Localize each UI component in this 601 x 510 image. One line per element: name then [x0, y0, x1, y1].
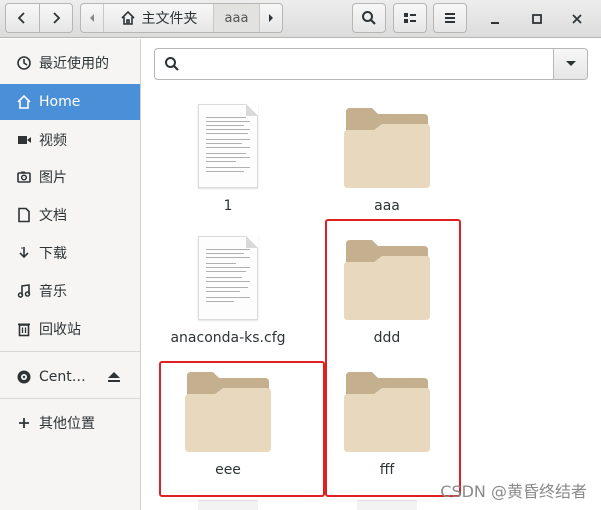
- back-button[interactable]: [6, 4, 39, 32]
- sidebar-item-label: 视频: [39, 133, 67, 149]
- file-name-label: 1: [223, 198, 233, 214]
- plus-icon: [14, 413, 34, 433]
- search-button[interactable]: [352, 3, 386, 33]
- folder-icon: [344, 108, 430, 188]
- search-bar: [154, 48, 588, 80]
- sidebar-item-label: 文档: [39, 208, 67, 224]
- text-file-icon: [198, 104, 258, 188]
- camera-icon: [14, 167, 34, 187]
- file-name-label: aaa: [374, 198, 400, 214]
- view-options-icon: [404, 13, 416, 23]
- header-bar: 主文件夹 aaa: [0, 0, 601, 38]
- sidebar-item-home[interactable]: Home: [0, 84, 140, 120]
- music-icon: [14, 281, 34, 301]
- annotation-highlight-ddd-fff: [325, 219, 461, 497]
- forward-icon: [53, 12, 61, 24]
- path-segment-label: aaa: [224, 10, 249, 26]
- eject-icon: [108, 372, 120, 382]
- text-file-icon: [198, 236, 258, 320]
- sidebar-item-trash[interactable]: 回收站: [0, 311, 140, 347]
- path-scroll-right-button[interactable]: [259, 4, 282, 32]
- back-icon: [17, 12, 25, 24]
- sidebar-item-label: 图片: [39, 170, 67, 186]
- sidebar-item-label: 最近使用的: [39, 56, 109, 72]
- minimize-icon: [491, 22, 499, 24]
- path-bar: 主文件夹 aaa: [80, 3, 283, 33]
- forward-button[interactable]: [38, 4, 73, 32]
- path-segment-aaa[interactable]: aaa: [213, 4, 259, 32]
- annotation-highlight-eee: [159, 361, 325, 497]
- view-options-button[interactable]: [393, 3, 427, 33]
- sidebar-item-label: 其他位置: [39, 416, 95, 432]
- sidebar-item-label: 下载: [39, 246, 67, 262]
- sidebar-item-pictures[interactable]: 图片: [0, 159, 140, 195]
- trash-icon: [14, 319, 34, 339]
- search-icon: [165, 57, 179, 71]
- sidebar-item-music[interactable]: 音乐: [0, 273, 140, 309]
- sidebar-item-centos-disc[interactable]: Cent…: [0, 359, 140, 395]
- sidebar-item-label: 音乐: [39, 284, 67, 300]
- sidebar-item-videos[interactable]: 视频: [0, 122, 140, 158]
- document-icon: [14, 205, 34, 225]
- sidebar-item-documents[interactable]: 文档: [0, 197, 140, 233]
- sidebar-item-other-locations[interactable]: 其他位置: [0, 405, 140, 441]
- sidebar-item-label: Cent…: [39, 369, 86, 385]
- chevron-down-icon: [565, 61, 576, 66]
- navigation-buttons: [5, 3, 73, 33]
- path-segment-label: 主文件夹: [141, 11, 198, 27]
- file-item-1[interactable]: 1: [158, 100, 298, 220]
- folder-item-aaa[interactable]: aaa: [317, 100, 457, 220]
- search-input[interactable]: [154, 48, 554, 80]
- home-icon: [14, 92, 34, 112]
- sidebar-divider: [0, 351, 140, 352]
- close-button[interactable]: [566, 8, 588, 30]
- triangle-right-icon: [269, 14, 273, 22]
- sidebar-item-label: 回收站: [39, 322, 81, 338]
- video-icon: [14, 130, 34, 150]
- path-segment-home[interactable]: 主文件夹: [103, 4, 213, 32]
- close-icon: [572, 14, 582, 24]
- search-options-button[interactable]: [554, 48, 588, 80]
- recent-icon: [14, 53, 34, 73]
- disc-icon: [14, 367, 34, 387]
- triangle-left-icon: [90, 14, 94, 22]
- menu-button[interactable]: [433, 3, 467, 33]
- home-icon: [120, 10, 135, 25]
- maximize-button[interactable]: [526, 8, 548, 30]
- sidebar-item-recent[interactable]: 最近使用的: [0, 45, 140, 81]
- minimize-button[interactable]: [484, 8, 506, 30]
- watermark: CSDN @黄昏终结者: [440, 482, 587, 501]
- file-item-anaconda-ks[interactable]: anaconda-ks.cfg: [158, 232, 298, 352]
- sidebar: 最近使用的 Home 视频 图片 文档 下载 音乐 回收站 Cent… 其他位置: [0, 39, 141, 510]
- download-icon: [14, 243, 34, 263]
- file-name-label: anaconda-ks.cfg: [170, 330, 286, 346]
- search-icon: [362, 11, 376, 25]
- sidebar-item-label: Home: [39, 94, 81, 110]
- eject-button[interactable]: [104, 367, 124, 387]
- sidebar-item-downloads[interactable]: 下载: [0, 235, 140, 271]
- path-scroll-left-button[interactable]: [81, 4, 103, 32]
- next-row-item-peek: [198, 500, 258, 510]
- menu-icon: [445, 13, 455, 23]
- next-row-item-peek: [357, 500, 417, 510]
- maximize-icon: [532, 14, 542, 24]
- sidebar-divider: [0, 398, 140, 399]
